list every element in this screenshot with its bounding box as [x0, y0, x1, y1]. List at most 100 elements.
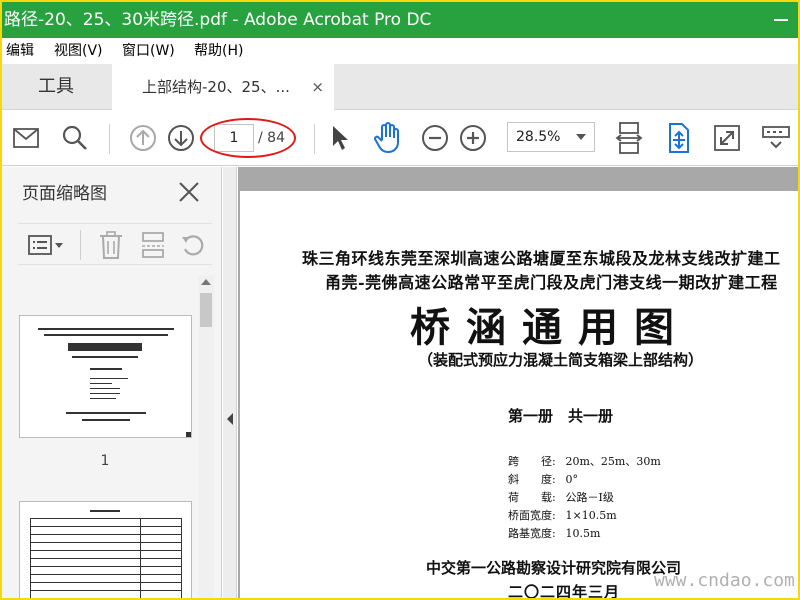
- menu-bar: 编辑 视图(V) 窗口(W) 帮助(H): [2, 38, 798, 64]
- scroll-mode-icon[interactable]: [664, 120, 694, 156]
- spec-key: 跨 径:: [508, 455, 556, 468]
- menu-edit[interactable]: 编辑: [6, 38, 34, 64]
- thumb-text-line: [30, 526, 182, 527]
- thumb-text-line: [30, 574, 182, 575]
- panel-title: 页面缩略图: [22, 184, 107, 204]
- thumbnail-page-number: 1: [100, 453, 110, 469]
- fit-width-icon[interactable]: [614, 120, 644, 156]
- scroll-up-icon[interactable]: [201, 279, 211, 285]
- thumb-text-line: [30, 582, 182, 583]
- page-thumbnail-2[interactable]: [19, 501, 192, 598]
- zoom-level-value: 28.5%: [516, 129, 561, 145]
- spec-value: 公路－Ⅰ级: [565, 491, 614, 504]
- thumb-text-line: [30, 534, 182, 535]
- spec-value: 0°: [565, 473, 579, 486]
- thumb-text-line: [90, 383, 112, 384]
- toolbar-separator: [109, 124, 110, 154]
- thumbnail-panel: 页面缩略图 1: [2, 167, 222, 598]
- doc-project-line-2: 甬莞-莞佛高速公路常平至虎门段及虎门港支线一期改扩建工程: [325, 273, 778, 292]
- doc-spec-row: 斜 度: 0°: [508, 471, 578, 487]
- highlight-circle: [200, 118, 296, 158]
- thumb-text-line: [90, 378, 128, 379]
- thumb-text-line: [30, 558, 182, 559]
- trash-icon[interactable]: [96, 230, 126, 260]
- thumb-text-line: [44, 334, 168, 336]
- extract-pages-icon[interactable]: [138, 230, 168, 260]
- menu-window[interactable]: 窗口(W): [122, 38, 175, 64]
- thumb-text-line: [90, 368, 122, 370]
- window-title: 路径-20、25、30米跨径.pdf - Adobe Acrobat Pro D…: [4, 10, 432, 30]
- spec-key: 路基宽度:: [508, 527, 556, 540]
- zoom-in-icon[interactable]: [458, 123, 488, 153]
- doc-project-line-1: 珠三角环线东莞至深圳高速公路塘厦至东城段及龙林支线改扩建工: [302, 249, 781, 268]
- thumb-text-line: [30, 542, 182, 543]
- scrollbar-thumb[interactable]: [200, 293, 212, 327]
- menu-view[interactable]: 视图(V): [54, 38, 103, 64]
- full-screen-icon[interactable]: [712, 123, 742, 153]
- tab-document-label: 上部结构-20、25、...: [142, 78, 290, 96]
- acrobat-window: 路径-20、25、30米跨径.pdf - Adobe Acrobat Pro D…: [2, 2, 798, 598]
- pdf-page: 珠三角环线东莞至深圳高速公路塘厦至东城段及龙林支线改扩建工 甬莞-莞佛高速公路常…: [240, 191, 798, 598]
- toolbar-separator: [80, 230, 81, 260]
- thumb-text-line: [90, 510, 120, 512]
- doc-institute: 中交第一公路勘察设计研究院有限公司: [426, 559, 682, 577]
- options-menu-icon[interactable]: [26, 231, 66, 259]
- next-page-icon[interactable]: [166, 123, 196, 153]
- tab-tools[interactable]: 工具: [2, 64, 110, 110]
- close-icon[interactable]: [178, 181, 200, 207]
- thumb-text-line: [90, 393, 120, 394]
- tab-bar: 工具 上部结构-20、25、... ×: [2, 64, 798, 110]
- spec-key: 荷 载:: [508, 491, 556, 504]
- doc-volume: 第一册 共一册: [508, 407, 614, 425]
- thumb-text-line: [30, 518, 31, 598]
- email-icon[interactable]: [12, 124, 40, 152]
- thumb-text-line: [38, 328, 174, 330]
- zoom-level-select[interactable]: 28.5%: [507, 122, 595, 152]
- search-icon[interactable]: [60, 123, 90, 153]
- tab-document[interactable]: 上部结构-20、25、... ×: [112, 64, 334, 110]
- spec-key: 桥面宽度:: [508, 509, 556, 522]
- collapse-arrow-icon[interactable]: [227, 413, 233, 425]
- spec-key: 斜 度:: [508, 473, 556, 486]
- keyboard-icon[interactable]: [760, 123, 792, 153]
- page-thumbnail-1[interactable]: [19, 315, 192, 438]
- thumb-text-line: [30, 550, 182, 551]
- thumbnail-resize-handle[interactable]: [186, 432, 191, 437]
- watermark-text: www.cndao.com: [654, 570, 795, 591]
- thumb-text-line: [82, 419, 130, 421]
- tab-close-button[interactable]: ×: [311, 64, 324, 110]
- doc-subtitle: （装配式预应力混凝土简支箱梁上部结构）: [418, 351, 704, 369]
- spec-value: 10.5m: [565, 527, 601, 540]
- thumb-text-line: [68, 343, 142, 351]
- thumbnail-scrollbar[interactable]: [198, 275, 214, 598]
- toolbar: 1 / 84 28.5%: [2, 110, 798, 166]
- previous-page-icon[interactable]: [128, 123, 158, 153]
- select-arrow-icon[interactable]: [328, 124, 352, 152]
- panel-splitter[interactable]: [223, 167, 237, 598]
- thumb-text-line: [72, 356, 138, 358]
- thumb-text-line: [181, 518, 182, 598]
- spec-value: 1×10.5m: [565, 509, 617, 522]
- document-view[interactable]: 珠三角环线东莞至深圳高速公路塘厦至东城段及龙林支线改扩建工 甬莞-莞佛高速公路常…: [238, 167, 798, 598]
- thumb-text-line: [90, 388, 120, 389]
- thumb-text-line: [140, 518, 141, 598]
- doc-spec-row: 桥面宽度: 1×10.5m: [508, 507, 617, 523]
- chevron-down-icon: [576, 134, 586, 140]
- thumb-text-line: [90, 398, 116, 399]
- thumb-text-line: [66, 412, 146, 414]
- hand-tool-icon[interactable]: [371, 121, 403, 155]
- thumbnail-list[interactable]: 1: [2, 275, 222, 598]
- doc-spec-row: 荷 载: 公路－Ⅰ级: [508, 489, 614, 505]
- thumb-text-line: [30, 566, 182, 567]
- title-bar: 路径-20、25、30米跨径.pdf - Adobe Acrobat Pro D…: [2, 2, 798, 38]
- toolbar-separator: [314, 124, 315, 154]
- rotate-icon[interactable]: [178, 230, 208, 260]
- minimize-button[interactable]: [774, 19, 788, 21]
- thumb-text-line: [30, 590, 182, 591]
- doc-date: 二〇二四年三月: [508, 583, 621, 598]
- zoom-out-icon[interactable]: [420, 123, 450, 153]
- doc-spec-row: 跨 径: 20m、25m、30m: [508, 453, 661, 469]
- panel-toolbar: [18, 223, 212, 265]
- thumb-text-line: [30, 518, 182, 519]
- menu-help[interactable]: 帮助(H): [194, 38, 243, 64]
